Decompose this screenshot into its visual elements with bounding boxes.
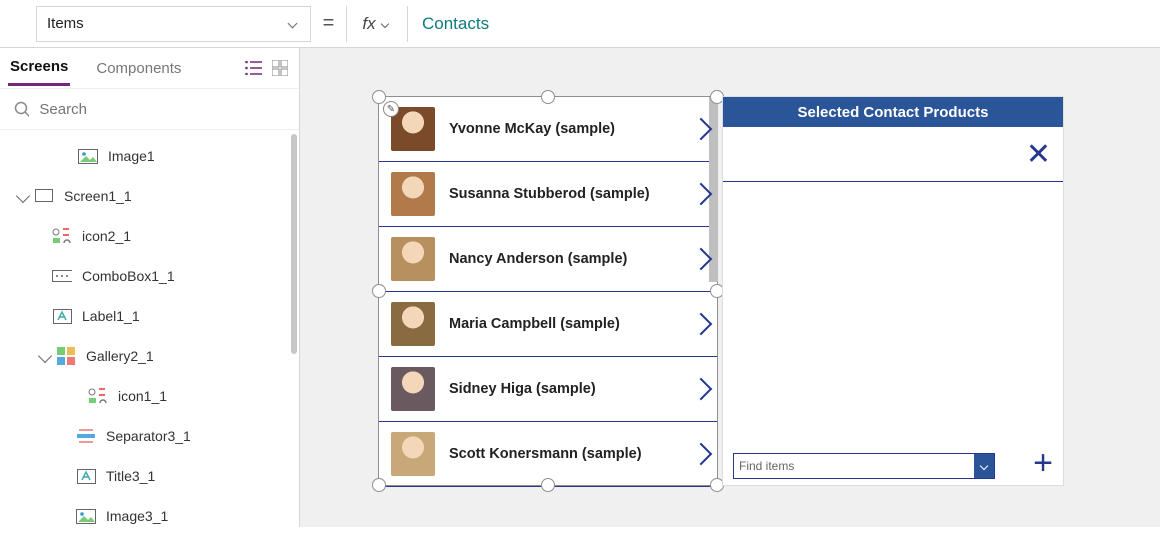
combobox-icon [52,268,72,284]
tab-screens[interactable]: Screens [8,50,70,86]
tree-scrollbar[interactable] [291,134,297,354]
avatar [391,367,435,411]
close-icon[interactable]: ✕ [1026,137,1051,172]
icons-icon [88,388,108,404]
tree-label: ComboBox1_1 [82,268,175,284]
avatar [391,302,435,346]
chevron-down-icon [980,462,988,470]
tree-label: Gallery2_1 [86,348,154,364]
tree-node-icon1[interactable]: icon1_1 [0,376,299,416]
image-icon [76,508,96,524]
label-icon [52,308,72,324]
resize-handle[interactable] [541,90,555,104]
image-icon [78,148,98,164]
contact-name: Susanna Stubberod (sample) [435,186,693,202]
tree-label: Title3_1 [106,468,155,484]
gallery-row[interactable]: Maria Campbell (sample) [379,292,717,357]
search-icon [14,101,29,118]
avatar [391,237,435,281]
tree-node-icon2[interactable]: icon2_1 [0,216,299,256]
grid-icon[interactable] [269,57,291,79]
formula-value[interactable]: Contacts [408,14,489,34]
contact-name: Maria Campbell (sample) [435,316,693,332]
tree-label: icon1_1 [118,388,167,404]
dropdown-button[interactable] [974,454,994,478]
gallery-icon [56,348,76,364]
gallery-row[interactable]: Sidney Higa (sample) [379,357,717,422]
tree-label: Separator3_1 [106,428,191,444]
card-title: Selected Contact Products [723,97,1063,127]
avatar [391,107,435,151]
chevron-down-icon [16,189,30,203]
fx-button[interactable]: fx [346,6,408,42]
tree-node-gallery2[interactable]: Gallery2_1 [0,336,299,376]
resize-handle[interactable] [372,478,386,492]
icons-icon [52,228,72,244]
gallery-row[interactable]: Susanna Stubberod (sample) [379,162,717,227]
contact-name: Sidney Higa (sample) [435,381,693,397]
find-items-combo[interactable]: Find items [733,453,995,479]
tree-node-combobox1[interactable]: ComboBox1_1 [0,256,299,296]
gallery-scrollbar[interactable] [709,97,718,282]
resize-handle[interactable] [372,90,386,104]
gallery-row[interactable]: Yvonne McKay (sample) [379,97,717,162]
contact-name: Nancy Anderson (sample) [435,251,693,267]
screen-icon [34,188,54,204]
avatar [391,432,435,476]
resize-handle[interactable] [541,478,555,492]
list-icon[interactable] [243,57,265,79]
tree-label: Image3_1 [106,508,168,524]
tree-node-screen1[interactable]: Screen1_1 [0,176,299,216]
chevron-right-icon[interactable] [690,443,713,466]
chevron-right-icon[interactable] [690,378,713,401]
chevron-down-icon [288,19,298,29]
tree-label: Image1 [108,148,155,164]
search-input[interactable] [39,101,285,118]
find-items-placeholder: Find items [739,459,794,473]
label-icon [76,468,96,484]
tree-node-label1[interactable]: Label1_1 [0,296,299,336]
tab-components[interactable]: Components [94,52,183,85]
tree-node-image3[interactable]: Image3_1 [0,496,299,536]
tree-label: icon2_1 [82,228,131,244]
fx-icon: fx [362,14,375,34]
tree-node-title3[interactable]: Title3_1 [0,456,299,496]
chevron-down-icon [380,19,388,27]
gallery-row[interactable]: Nancy Anderson (sample) [379,227,717,292]
avatar [391,172,435,216]
contact-name: Yvonne McKay (sample) [435,121,693,137]
add-button[interactable]: + [1033,444,1053,483]
chevron-down-icon [38,349,52,363]
property-selector[interactable]: Items [36,6,311,42]
resize-handle[interactable] [372,284,386,298]
edit-pencil-icon[interactable]: ✎ [383,101,399,117]
equals-sign: = [311,12,346,35]
contact-name: Scott Konersmann (sample) [435,446,693,462]
gallery-selection[interactable]: ✎ Yvonne McKay (sample) Susanna Stubberod… [378,96,718,486]
chevron-right-icon[interactable] [690,313,713,336]
separator-icon [76,428,96,444]
tree-node-image1[interactable]: Image1 [0,136,299,176]
tree-label: Label1_1 [82,308,140,324]
tree-label: Screen1_1 [64,188,132,204]
property-label: Items [47,15,84,32]
tree-node-separator3[interactable]: Separator3_1 [0,416,299,456]
details-card: Selected Contact Products ✕ Find items + [722,96,1064,486]
